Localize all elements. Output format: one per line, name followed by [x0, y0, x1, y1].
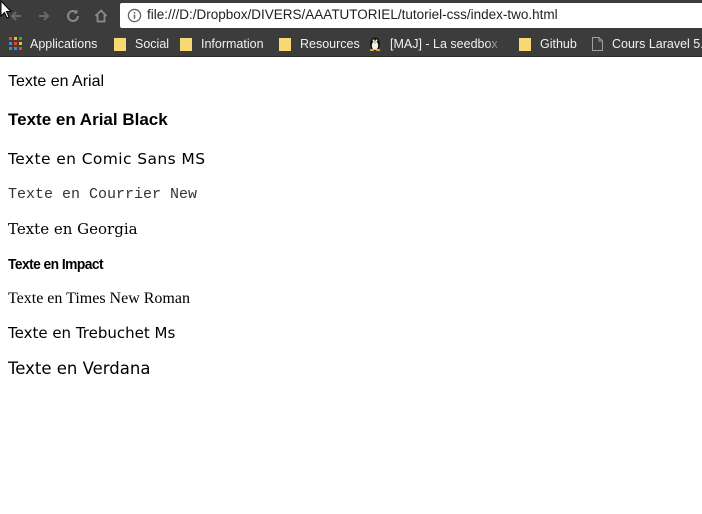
- address-bar[interactable]: file:///D:/Dropbox/DIVERS/AAATUTORIEL/tu…: [120, 3, 702, 28]
- bookmark-label: Social: [135, 36, 170, 51]
- url-text[interactable]: file:///D:/Dropbox/DIVERS/AAATUTORIEL/tu…: [147, 6, 558, 24]
- bookmarks-bar: Applications Social Information Resource…: [0, 31, 702, 57]
- bookmark-label: Resources: [300, 36, 360, 51]
- reload-button[interactable]: [63, 6, 83, 26]
- text-arial: Texte en Arial: [8, 73, 105, 90]
- page-icon: [590, 36, 604, 51]
- text-arial-black: Texte en Arial Black: [8, 110, 168, 129]
- bookmark-label: Applications: [30, 36, 98, 51]
- bookmark-social[interactable]: Social: [113, 31, 169, 56]
- info-icon[interactable]: [127, 8, 142, 23]
- bookmark-label: Github: [540, 36, 577, 51]
- folder-icon: [278, 37, 292, 51]
- mouse-cursor-icon: [0, 0, 12, 19]
- arrow-right-icon: [39, 11, 50, 21]
- folder-icon: [179, 37, 193, 51]
- apps-grid-icon: [8, 37, 22, 51]
- bookmark-label: [MAJ] - La seedbox fa: [390, 36, 503, 51]
- bookmark-resources[interactable]: Resources: [278, 31, 360, 56]
- text-courier-new: Texte en Courrier New: [8, 186, 198, 203]
- bookmark-github[interactable]: Github: [518, 31, 577, 56]
- text-times-new-roman: Texte en Times New Roman: [8, 290, 190, 307]
- text-impact: Texte en Impact: [8, 256, 104, 273]
- bookmark-laravel[interactable]: Cours Laravel 5.3: [590, 31, 702, 56]
- bookmark-information[interactable]: Information: [179, 31, 264, 56]
- home-button[interactable]: [91, 6, 111, 26]
- browser-toolbar: file:///D:/Dropbox/DIVERS/AAATUTORIEL/tu…: [0, 0, 702, 31]
- text-trebuchet: Texte en Trebuchet Ms: [8, 324, 176, 342]
- forward-button[interactable]: [34, 6, 54, 26]
- text-comic-sans: Texte en Comic Sans MS: [8, 150, 206, 168]
- home-icon: [94, 9, 108, 23]
- folder-icon: [518, 37, 532, 51]
- reload-icon: [67, 9, 79, 22]
- folder-icon: [113, 37, 127, 51]
- bookmark-label: Cours Laravel 5.3: [612, 36, 702, 51]
- text-verdana: Texte en Verdana: [8, 359, 151, 378]
- tux-penguin-icon: [368, 37, 382, 51]
- bookmark-seedbox[interactable]: [MAJ] - La seedbox fa: [368, 31, 503, 56]
- bookmark-applications[interactable]: Applications: [8, 31, 97, 56]
- bookmark-label: Information: [201, 36, 264, 51]
- text-georgia: Texte en Georgia: [8, 220, 138, 238]
